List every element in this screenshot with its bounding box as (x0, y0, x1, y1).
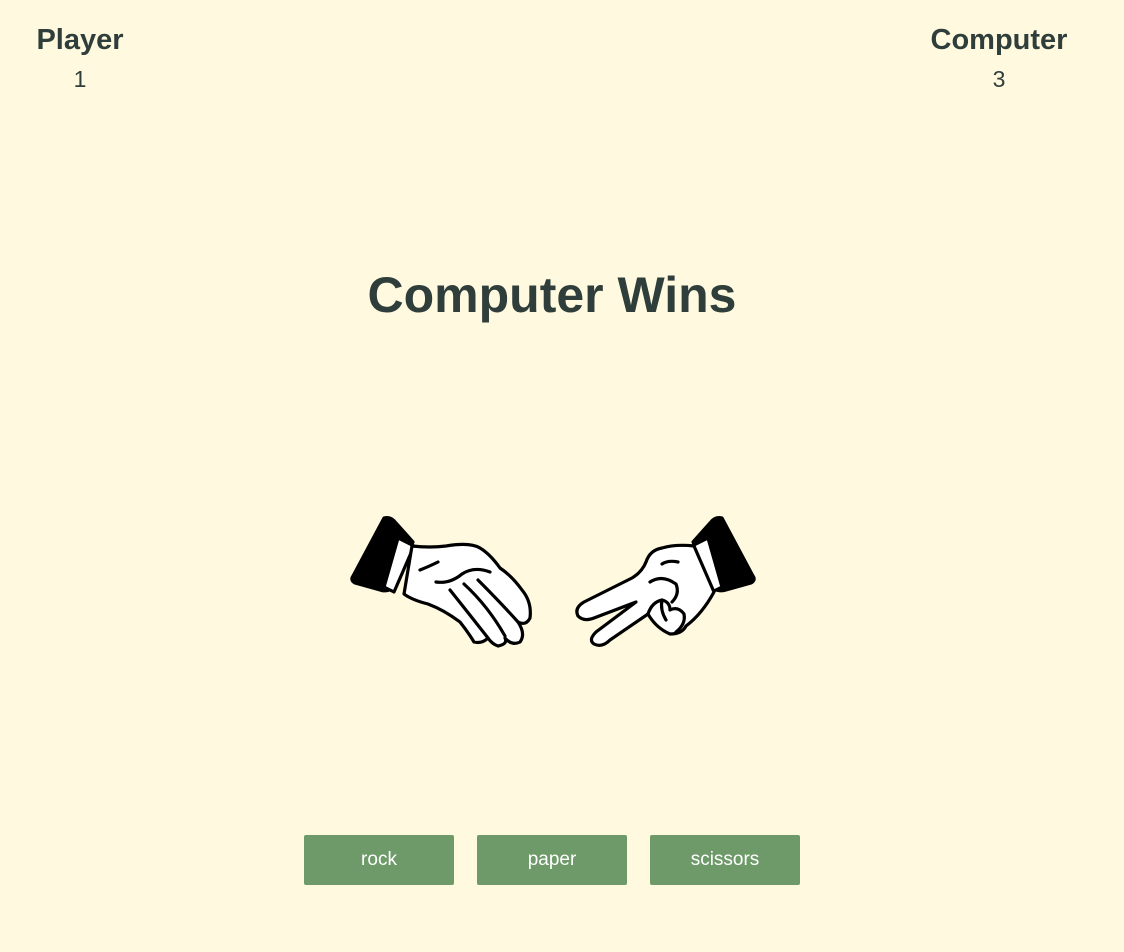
player-paper-hand-icon (350, 515, 532, 648)
rock-button[interactable]: rock (304, 835, 454, 885)
computer-score-panel: Computer 3 (909, 22, 1089, 93)
computer-score: 3 (992, 66, 1006, 92)
hands-display (340, 510, 770, 655)
round-result: Computer Wins (367, 267, 737, 323)
player-score: 1 (73, 66, 87, 92)
paper-button[interactable]: paper (477, 835, 627, 885)
player-score-panel: Player 1 (0, 22, 170, 93)
player-label: Player (36, 24, 124, 56)
computer-scissors-hand-icon (575, 515, 756, 647)
choice-buttons: rock paper scissors (304, 835, 800, 885)
scissors-button[interactable]: scissors (650, 835, 800, 885)
computer-label: Computer (930, 24, 1068, 56)
